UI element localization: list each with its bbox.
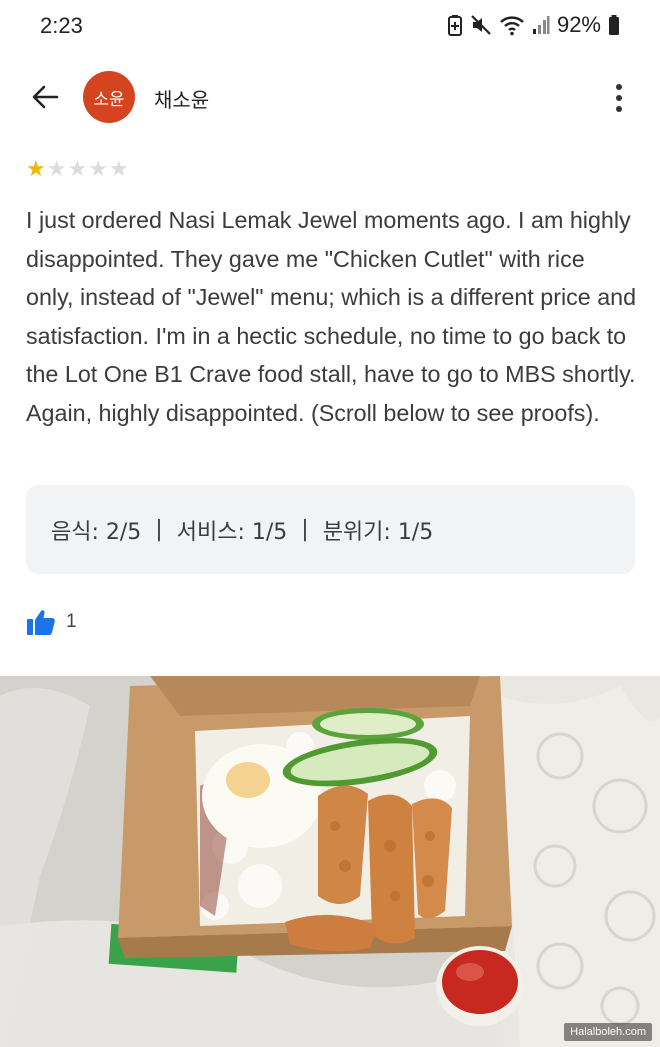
star-rating: ★ ★ ★ ★ ★ xyxy=(26,159,129,181)
star-empty-icon: ★ xyxy=(88,157,108,182)
mute-icon xyxy=(470,14,492,36)
star-empty-icon: ★ xyxy=(46,157,67,182)
signal-icon xyxy=(532,14,550,36)
status-icons: 92% xyxy=(447,12,620,38)
more-vert-icon xyxy=(616,84,622,90)
more-options-button[interactable] xyxy=(604,78,634,118)
battery-saver-icon xyxy=(447,14,463,36)
battery-percent: 92% xyxy=(556,12,601,37)
battery-icon xyxy=(608,14,620,36)
food-photo-illustration xyxy=(0,676,660,1047)
back-button[interactable] xyxy=(24,76,66,118)
subrating-service: 서비스: 1/5 xyxy=(176,519,288,545)
review-text: I just ordered Nasi Lemak Jewel moments … xyxy=(26,207,637,426)
review-photo[interactable]: Halalboleh.com xyxy=(0,676,660,1047)
like-button[interactable]: 1 xyxy=(26,608,77,636)
star-filled-icon: ★ xyxy=(26,157,46,182)
status-time: 2:23 xyxy=(40,13,83,38)
thumbs-up-icon xyxy=(27,610,55,635)
subrating-atmosphere: 분위기: 1/5 xyxy=(322,519,434,545)
star-empty-icon: ★ xyxy=(67,157,88,182)
like-count: 1 xyxy=(66,611,77,632)
wifi-icon xyxy=(499,14,525,36)
arrow-left-icon xyxy=(32,85,59,109)
status-bar: 2:23 92% xyxy=(0,0,660,54)
reviewer-name[interactable]: 채소윤 xyxy=(154,84,209,113)
star-empty-icon: ★ xyxy=(108,157,129,182)
subratings-box: 음식: 2/5 | 서비스: 1/5 | 분위기: 1/5 xyxy=(26,485,635,574)
avatar[interactable]: 소윤 xyxy=(83,71,135,123)
subrating-food: 음식: 2/5 xyxy=(51,519,142,545)
watermark: Halalboleh.com xyxy=(564,1023,652,1041)
separator: | xyxy=(155,517,163,542)
separator: | xyxy=(301,517,309,542)
review-header: 소윤 채소윤 xyxy=(0,60,660,134)
